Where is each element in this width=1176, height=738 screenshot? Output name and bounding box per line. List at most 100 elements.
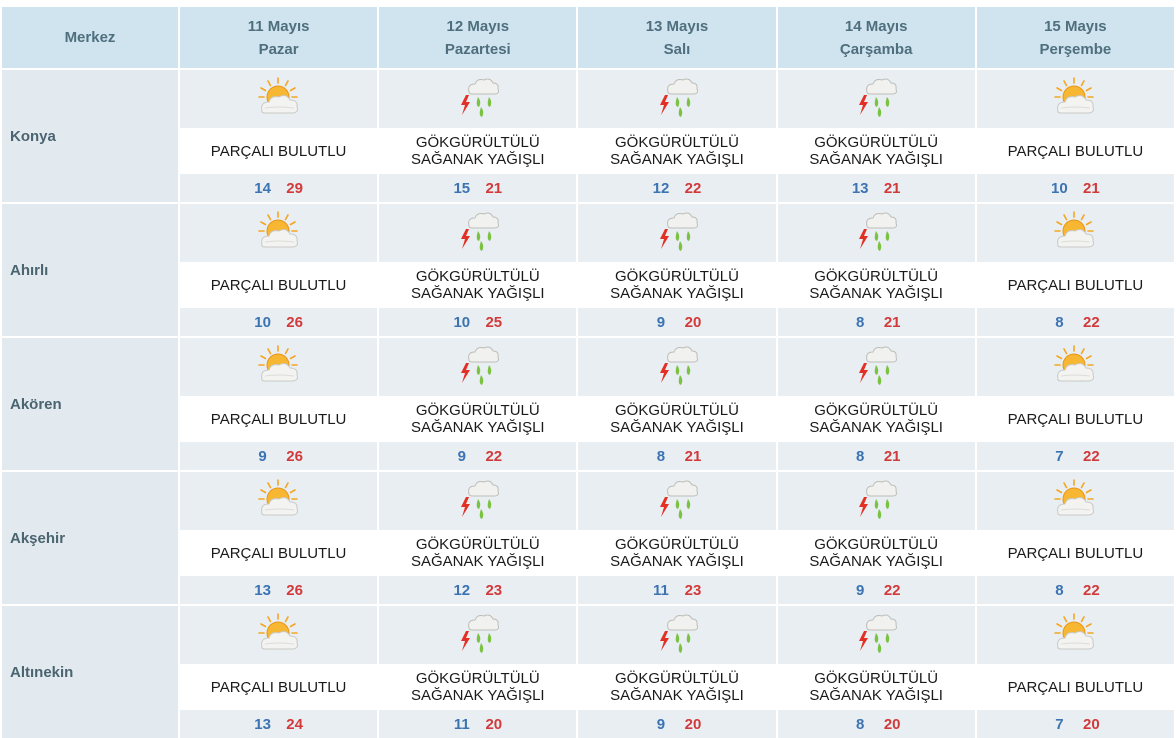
low-temperature: 13 [851,179,869,197]
partly-cloudy-icon [254,343,304,387]
temperature-cell: 15 21 [379,174,579,202]
description-line-1: GÖKGÜRÜLTÜLÜ [415,268,540,285]
forecast-table: Merkez 11 Mayıs Pazar 12 Mayıs Pazartesi 1… [2,7,1176,738]
description-line-1: GÖKGÜRÜLTÜLÜ [814,670,939,687]
weather-icon-cell [180,472,380,530]
day-date: 15 Mayıs [1044,17,1107,35]
weather-icon-cell [777,204,977,262]
temperature-cell: 8 21 [777,442,977,470]
weather-icon-cell [578,606,778,664]
weather-description: GÖKGÜRÜLTÜLÜ SAĞANAK YAĞIŞLI [578,530,778,576]
weather-description: PARÇALI BULUTLU [180,664,380,710]
high-temperature: 23 [485,581,503,599]
weather-description: GÖKGÜRÜLTÜLÜ SAĞANAK YAĞIŞLI [777,128,977,174]
description-line-2: SAĞANAK YAĞIŞLI [809,151,943,168]
icon-row: Ahırlı [2,204,1176,336]
description-line-2: SAĞANAK YAĞIŞLI [410,687,545,704]
description-line-2: SAĞANAK YAĞIŞLI [610,151,744,168]
thunderstorm-icon [652,343,702,387]
high-temperature: 29 [286,179,303,197]
high-temperature: 22 [1083,447,1100,465]
low-temperature: 15 [453,179,471,197]
low-temperature: 14 [254,179,271,197]
low-temperature: 12 [652,179,670,197]
temperature-cell: 13 21 [777,174,977,202]
high-temperature: 20 [485,715,503,733]
description-line-2: SAĞANAK YAĞIŞLI [809,419,943,436]
high-temperature: 22 [684,179,702,197]
city-name: Akören [2,338,180,470]
forecast-body: Konya PARÇALI BULUTLU GÖKGÜRÜLTÜLÜ SAĞANAK … [2,68,1176,738]
thunderstorm-icon [652,611,702,655]
low-temperature: 9 [855,581,865,599]
description-line-1: GÖKGÜRÜLTÜLÜ [615,670,739,687]
day-weekday: Salı [663,40,691,58]
description-line-1: PARÇALI BULUTLU [210,544,347,562]
weather-icon-cell [379,472,579,530]
day-header: 11 Mayıs Pazar [180,7,380,68]
partly-cloudy-icon [1050,209,1100,253]
description-line-1: PARÇALI BULUTLU [210,276,347,294]
city-name: Ahırlı [2,204,180,336]
description-line-1: GÖKGÜRÜLTÜLÜ [814,402,939,419]
low-temperature: 8 [1055,313,1064,331]
description-line-1: PARÇALI BULUTLU [1007,142,1144,160]
icon-row: Akören [2,338,1176,470]
thunderstorm-icon [851,343,901,387]
low-temperature: 9 [258,447,267,465]
weather-icon-cell [777,70,977,128]
description-line-1: PARÇALI BULUTLU [1007,678,1144,696]
day-weekday: Pazar [258,40,299,58]
weather-icon-cell [578,70,778,128]
temperature-cell: 8 22 [976,308,1176,336]
low-temperature: 11 [653,581,669,599]
partly-cloudy-icon [254,611,304,655]
low-temperature: 9 [457,447,466,465]
day-header: 14 Mayıs Çarşamba [777,7,977,68]
partly-cloudy-icon [1050,343,1100,387]
low-temperature: 8 [855,313,865,331]
city-name: Konya [2,70,180,202]
low-temperature: 9 [656,313,666,331]
temperature-cell: 9 22 [379,442,579,470]
temperature-cell: 14 29 [180,174,380,202]
temperature-cell: 9 26 [180,442,380,470]
partly-cloudy-icon [1050,611,1100,655]
partly-cloudy-icon [254,75,304,119]
high-temperature: 26 [286,313,303,331]
partly-cloudy-icon [254,209,304,253]
weather-description: GÖKGÜRÜLTÜLÜ SAĞANAK YAĞIŞLI [777,664,977,710]
low-temperature: 13 [254,581,271,599]
thunderstorm-icon [453,477,503,521]
weather-description: PARÇALI BULUTLU [976,664,1176,710]
high-temperature: 25 [485,313,503,331]
weather-icon-cell [976,338,1176,396]
description-line-1: PARÇALI BULUTLU [1007,544,1144,562]
weather-description: PARÇALI BULUTLU [180,128,380,174]
thunderstorm-icon [652,75,702,119]
thunderstorm-icon [453,343,503,387]
low-temperature: 10 [453,313,471,331]
merkez-header: Merkez [2,7,180,68]
high-temperature: 21 [684,447,702,465]
description-line-1: GÖKGÜRÜLTÜLÜ [415,134,540,151]
low-temperature: 12 [453,581,471,599]
city-name: Altınekin [2,606,180,738]
day-weekday: Çarşamba [839,40,913,58]
description-line-2: SAĞANAK YAĞIŞLI [809,285,943,302]
description-line-1: PARÇALI BULUTLU [210,410,347,428]
weather-description: PARÇALI BULUTLU [976,530,1176,576]
weather-description: PARÇALI BULUTLU [976,128,1176,174]
weather-description: GÖKGÜRÜLTÜLÜ SAĞANAK YAĞIŞLI [578,262,778,308]
weather-icon-cell [180,606,380,664]
low-temperature: 11 [453,715,470,733]
weather-description: GÖKGÜRÜLTÜLÜ SAĞANAK YAĞIŞLI [578,128,778,174]
high-temperature: 21 [485,179,503,197]
temperature-cell: 8 21 [578,442,778,470]
weather-description: GÖKGÜRÜLTÜLÜ SAĞANAK YAĞIŞLI [379,262,579,308]
weather-description: GÖKGÜRÜLTÜLÜ SAĞANAK YAĞIŞLI [379,128,579,174]
description-line-1: GÖKGÜRÜLTÜLÜ [615,536,739,553]
weather-description: PARÇALI BULUTLU [180,262,380,308]
description-line-1: GÖKGÜRÜLTÜLÜ [615,134,739,151]
description-line-2: SAĞANAK YAĞIŞLI [410,285,545,302]
